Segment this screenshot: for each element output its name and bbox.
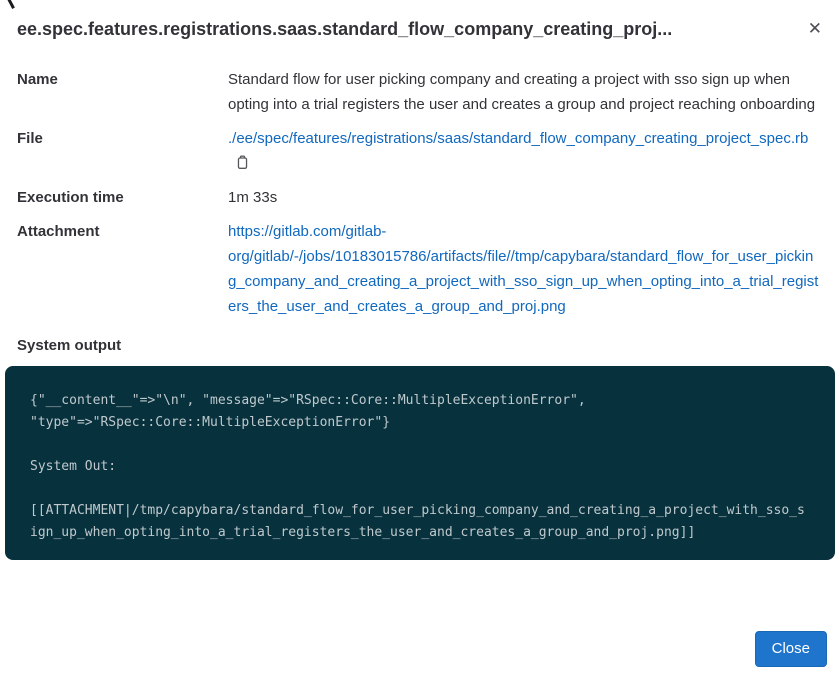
system-output-label: System output: [17, 335, 820, 357]
modal-title: ee.spec.features.registrations.saas.stan…: [17, 15, 804, 43]
detail-row-attachment: Attachment https://gitlab.com/gitlab-org…: [17, 219, 820, 319]
attachment-link[interactable]: https://gitlab.com/gitlab-org/gitlab/-/j…: [228, 223, 818, 315]
name-label: Name: [17, 67, 228, 117]
close-button[interactable]: Close: [755, 631, 827, 667]
modal-footer: Close: [0, 631, 840, 681]
file-link[interactable]: ./ee/spec/features/registrations/saas/st…: [228, 130, 808, 147]
attachment-value: https://gitlab.com/gitlab-org/gitlab/-/j…: [228, 219, 820, 319]
modal-header: ee.spec.features.registrations.saas.stan…: [0, 0, 840, 43]
copy-to-clipboard-icon: [235, 158, 250, 173]
file-value: ./ee/spec/features/registrations/saas/st…: [228, 126, 820, 176]
attachment-label: Attachment: [17, 219, 228, 319]
copy-file-path-button[interactable]: [235, 155, 250, 172]
modal-body: Name Standard flow for user picking comp…: [0, 43, 840, 631]
detail-row-execution-time: Execution time 1m 33s: [17, 185, 820, 210]
system-output-block: {"__content__"=>"\n", "message"=>"RSpec:…: [5, 366, 835, 560]
execution-time-value: 1m 33s: [228, 185, 820, 210]
close-icon[interactable]: ✕: [804, 15, 826, 43]
detail-row-name: Name Standard flow for user picking comp…: [17, 67, 820, 117]
file-label: File: [17, 126, 228, 176]
detail-row-file: File ./ee/spec/features/registrations/sa…: [17, 126, 820, 176]
name-value: Standard flow for user picking company a…: [228, 67, 820, 117]
test-case-details-modal: ee.spec.features.registrations.saas.stan…: [0, 0, 840, 681]
execution-time-label: Execution time: [17, 185, 228, 210]
